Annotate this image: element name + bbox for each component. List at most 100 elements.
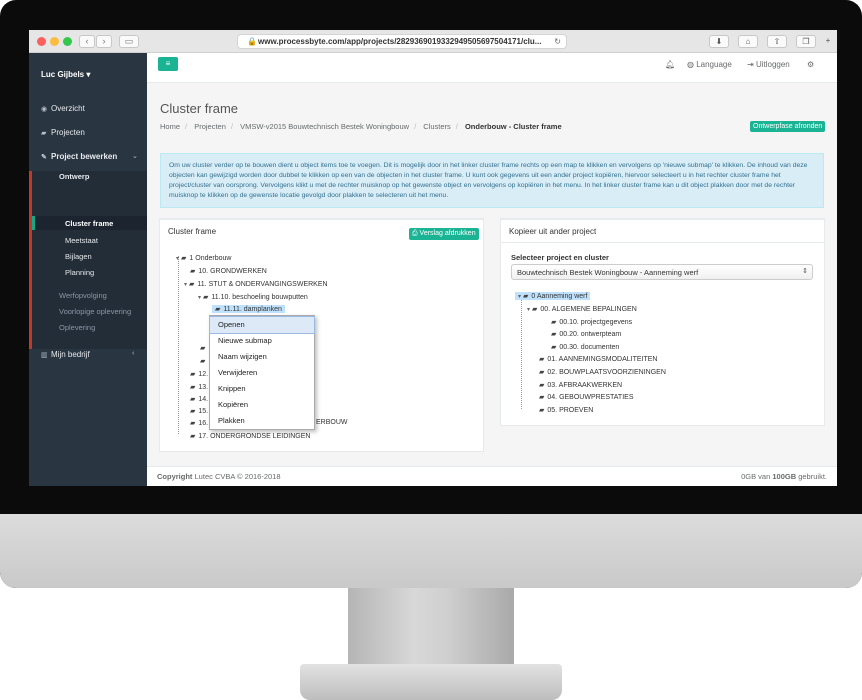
new-tab-icon[interactable]: + xyxy=(822,35,834,48)
back-button[interactable]: ‹ xyxy=(79,35,95,48)
copyright-text: Lutec CVBA © 2016-2018 xyxy=(194,472,281,481)
usage-total: 100GB xyxy=(772,472,797,481)
tree-node[interactable]: ▰ 02. BOUWPLAATSVOORZIENINGEN xyxy=(539,368,666,376)
tree-node-label: 14. xyxy=(198,396,209,403)
context-menu-knippen[interactable]: Knippen xyxy=(210,381,314,397)
context-menu-plakken[interactable]: Plakken xyxy=(210,413,314,429)
chevron-left-icon[interactable]: ‹ xyxy=(132,350,134,357)
screen: ‹ › ▭ 🔒 www.processbyte.com/app/projects… xyxy=(29,30,837,486)
select-arrows-icon: ⇕ xyxy=(802,268,808,275)
tree-node-selected[interactable]: ▾ ▰ 0 Aanneming werf xyxy=(515,292,591,300)
pencil-icon: ✎ xyxy=(41,154,47,161)
copyright-bold: Copyright xyxy=(157,472,193,481)
tree-node-label: 11.10. beschoeling bouwputten xyxy=(211,294,308,301)
tree-node[interactable]: ▰ xyxy=(200,344,208,352)
sidebar-sub-oplevering[interactable]: Oplevering xyxy=(59,323,95,332)
folder-icon: ▰ xyxy=(41,130,47,137)
tree-node-label: 02. BOUWPLAATSVOORZIENINGEN xyxy=(547,369,666,376)
forward-button[interactable]: › xyxy=(96,35,112,48)
print-report-button[interactable]: ⎙ Verslag afdrukken xyxy=(409,228,479,240)
tree-node-label: 00.30. documenten xyxy=(559,344,620,351)
breadcrumb-home[interactable]: Home xyxy=(160,122,180,131)
sign-out-icon: ⇥ xyxy=(747,60,756,69)
breadcrumb-current: Onderbouw - Cluster frame xyxy=(464,122,562,131)
sidebar-sub-cluster-frame[interactable]: Cluster frame xyxy=(65,219,113,228)
print-icon: ⎙ xyxy=(412,230,420,237)
finish-design-phase-button[interactable]: Ontwerpfase afronden xyxy=(750,121,826,132)
tree-node[interactable]: ▾ ▰ 11.10. beschoeling bouwputten xyxy=(198,293,308,301)
logout-link[interactable]: ⇥ Uitloggen xyxy=(747,60,790,69)
context-menu-nieuwe-submap[interactable]: Nieuwe submap xyxy=(210,333,314,349)
building-icon: ▥ xyxy=(41,352,48,359)
sidebar-item-overzicht[interactable]: ◉ Overzicht xyxy=(41,104,85,113)
language-menu[interactable]: ◍ Language xyxy=(687,60,732,69)
tree-node[interactable]: ▰ 17. ONDERGRONDSE LEIDINGEN xyxy=(190,432,310,440)
folder-icon: ▰ xyxy=(200,358,206,365)
tree-node[interactable]: ▾ ▰ 1 Onderbouw xyxy=(176,254,231,262)
panel-divider xyxy=(501,242,824,243)
tree-node[interactable]: ▰ 12. xyxy=(190,370,208,378)
language-label: Language xyxy=(696,60,732,69)
home-icon[interactable]: ⌂ xyxy=(738,35,758,48)
context-menu-naam-wijzigen[interactable]: Naam wijzigen xyxy=(210,349,314,365)
sidebar-item-label: Overzicht xyxy=(51,104,85,113)
tree-node[interactable]: ▰ 05. PROEVEN xyxy=(539,406,593,414)
top-navbar: ≡ 🔔︎ ◍ Language ⇥ Uitloggen ⚙ xyxy=(147,53,837,83)
downloads-icon[interactable]: ⬇ xyxy=(709,35,729,48)
sidebar-item-projecten[interactable]: ▰ Projecten xyxy=(41,128,85,137)
sidebar-sub-bijlagen[interactable]: Bijlagen xyxy=(65,252,92,261)
address-bar[interactable]: 🔒 www.processbyte.com/app/projects/28293… xyxy=(237,34,567,49)
context-menu-kopieren[interactable]: Kopiëren xyxy=(210,397,314,413)
tree-node-selected[interactable]: ▰ 11.11. damplanken xyxy=(212,305,285,313)
tree-node[interactable]: ▰ 04. GEBOUWPRESTATIES xyxy=(539,393,633,401)
print-report-label: Verslag afdrukken xyxy=(419,230,476,237)
usage-suffix: gebruikt. xyxy=(798,472,827,481)
sidebar: Luc Gijbels ▾ ◉ Overzicht ▰ Projecten ✎ Pro… xyxy=(29,53,147,486)
menu-toggle-button[interactable]: ≡ xyxy=(158,57,178,71)
breadcrumb-clusters[interactable]: Clusters xyxy=(423,122,451,131)
tree-node[interactable]: ▾ ▰ 00. ALGEMENE BEPALINGEN xyxy=(527,305,637,313)
close-window-button[interactable] xyxy=(37,37,46,46)
tree-node[interactable]: ▰ 01. AANNEMINGSMODALITEITEN xyxy=(539,355,657,363)
footer: Copyright Lutec CVBA © 2016-2018 0GB van… xyxy=(147,466,837,486)
dashboard-icon: ◉ xyxy=(41,106,48,113)
share-icon[interactable]: ⇧ xyxy=(767,35,787,48)
sidebar-toggle-icon[interactable]: ▭ xyxy=(119,35,139,48)
breadcrumb-projecten[interactable]: Projecten xyxy=(194,122,226,131)
tree-node[interactable]: ▰ 13. xyxy=(190,383,208,391)
settings-icon[interactable]: ⚙ xyxy=(807,60,814,69)
monitor-stand-neck xyxy=(348,588,514,666)
tree-node[interactable]: ▾ ▰ 11. STUT & ONDERVANGINGSWERKEN xyxy=(184,280,328,288)
breadcrumb-project[interactable]: VMSW-v2015 Bouwtechnisch Bestek Woningbo… xyxy=(240,122,409,131)
sidebar-item-mijn-bedrijf[interactable]: ▥ Mijn bedrijf xyxy=(41,350,90,359)
context-menu-verwijderen[interactable]: Verwijderen xyxy=(210,365,314,381)
tree-node[interactable]: ▰ 10. GRONDWERKEN xyxy=(190,267,267,275)
tree-node[interactable]: ▰ xyxy=(200,357,208,365)
sidebar-item-label: Mijn bedrijf xyxy=(51,350,90,359)
reload-icon[interactable]: ↻ xyxy=(554,35,561,48)
project-cluster-select[interactable]: Bouwtechnisch Bestek Woningbouw - Aannem… xyxy=(511,264,813,280)
minimize-window-button[interactable] xyxy=(50,37,59,46)
tabs-icon[interactable]: ❐ xyxy=(796,35,816,48)
tree-node[interactable]: ▰ 00.10. projectgegevens xyxy=(551,318,632,326)
chevron-down-icon[interactable]: ⌄ xyxy=(132,152,138,160)
tree-node[interactable]: ▰ 16. xyxy=(190,419,208,427)
monitor-chin xyxy=(0,514,862,588)
sidebar-sub-ontwerp[interactable]: Ontwerp xyxy=(59,172,89,181)
tree-node[interactable]: ▰ 03. AFBRAAKWERKEN xyxy=(539,381,622,389)
tree-node[interactable]: ▰ 14. xyxy=(190,395,208,403)
logout-label: Uitloggen xyxy=(755,60,790,69)
tree-node[interactable]: ▰ 00.20. ontwerpteam xyxy=(551,330,621,338)
sidebar-sub-planning[interactable]: Planning xyxy=(65,268,94,277)
user-menu[interactable]: Luc Gijbels ▾ xyxy=(41,70,90,79)
sidebar-sub-meetstaat[interactable]: Meetstaat xyxy=(65,236,98,245)
tree-node-label: 04. GEBOUWPRESTATIES xyxy=(547,394,634,401)
maximize-window-button[interactable] xyxy=(63,37,72,46)
sidebar-sub-werfopvolging[interactable]: Werfopvolging xyxy=(59,291,107,300)
context-menu-openen[interactable]: Openen xyxy=(209,316,315,334)
tree-node[interactable]: ▰ 00.30. documenten xyxy=(551,343,619,351)
bell-icon[interactable]: 🔔︎ xyxy=(665,60,675,69)
sidebar-sub-voorlopige-oplevering[interactable]: Voorlopige oplevering xyxy=(59,307,131,316)
sidebar-item-project-bewerken[interactable]: ✎ Project bewerken xyxy=(41,152,117,161)
tree-node[interactable]: ▰ 15. xyxy=(190,407,208,415)
